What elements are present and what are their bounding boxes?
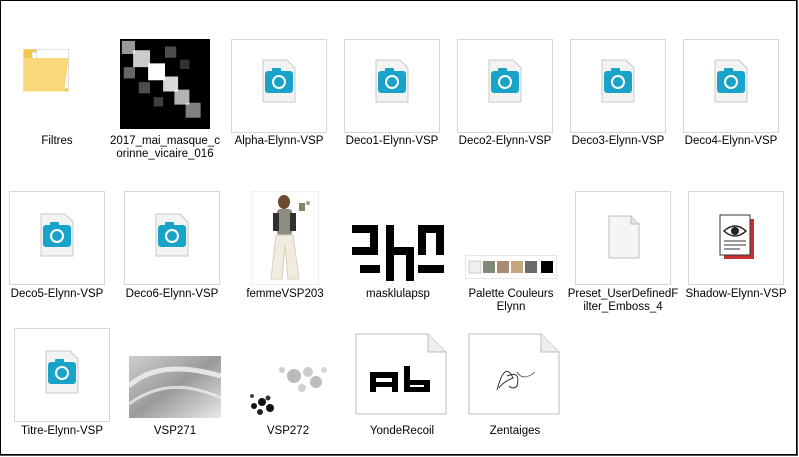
file-label: YondeRecoil xyxy=(369,425,435,437)
mask-thumbnail xyxy=(352,225,444,281)
blank-file-icon xyxy=(608,215,640,259)
file-label: Zentaiges xyxy=(489,425,541,437)
file-label: Shadow-Elynn-VSP xyxy=(685,288,787,300)
vsp-camera-icon xyxy=(155,213,189,257)
file-explorer-window: Filtres 2017_mai_masque_corinne_vicaire_… xyxy=(0,0,798,456)
file-label: Alpha-Elynn-VSP xyxy=(234,135,324,147)
vsp-camera-icon xyxy=(375,59,409,103)
file-label: Filtres xyxy=(41,135,73,147)
file-label: Preset_UserDefinedFilter_Emboss_4 xyxy=(567,288,679,313)
vsp-camera-icon xyxy=(40,213,74,257)
font-file-icon xyxy=(355,333,447,415)
folder-icon xyxy=(23,48,69,92)
dots-image-thumbnail xyxy=(242,362,334,420)
mask-thumbnail xyxy=(120,39,210,129)
file-label: 2017_mai_masque_corinne_vicaire_016 xyxy=(110,135,220,160)
file-label: Deco2-Elynn-VSP xyxy=(458,135,552,147)
file-label: femmeVSP203 xyxy=(246,288,324,300)
file-label: Palette Couleurs Elynn xyxy=(468,288,554,313)
vsp-camera-icon xyxy=(601,59,635,103)
file-label: Deco6-Elynn-VSP xyxy=(125,288,219,300)
gray-image-thumbnail xyxy=(129,356,221,418)
vsp-camera-icon xyxy=(488,59,522,103)
file-label: Titre-Elynn-VSP xyxy=(20,425,103,437)
file-label: Deco3-Elynn-VSP xyxy=(571,135,665,147)
file-label: VSP272 xyxy=(266,425,310,437)
file-label: Deco5-Elynn-VSP xyxy=(10,288,104,300)
file-label: VSP271 xyxy=(153,425,197,437)
palette-thumbnail xyxy=(465,255,557,279)
file-label: Deco4-Elynn-VSP xyxy=(684,135,778,147)
vsp-camera-icon xyxy=(262,59,296,103)
file-label: Deco1-Elynn-VSP xyxy=(345,135,439,147)
shadow-eye-icon xyxy=(719,214,754,259)
font-file-icon xyxy=(468,333,560,415)
woman-thumbnail xyxy=(251,191,319,285)
vsp-camera-icon xyxy=(714,59,748,103)
vsp-camera-icon xyxy=(45,350,79,394)
file-label: masklulapsp xyxy=(366,288,430,300)
